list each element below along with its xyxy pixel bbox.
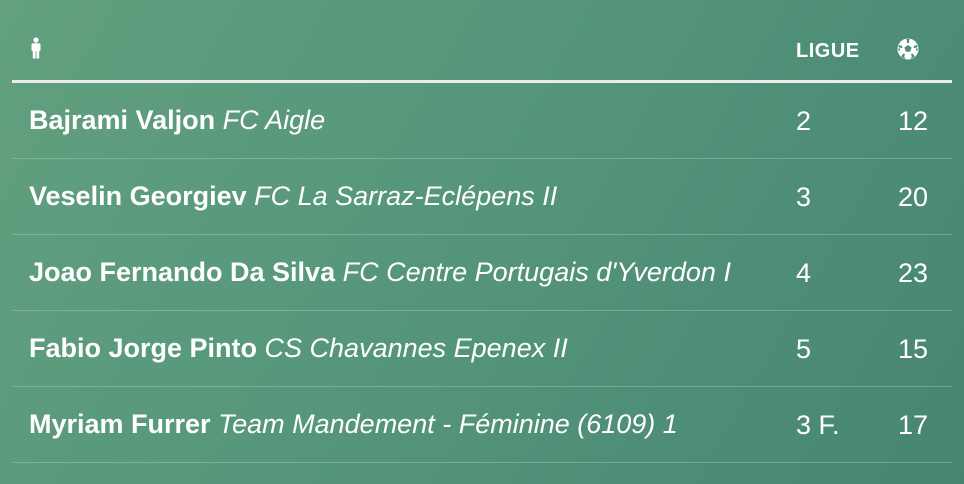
league-value: 3 — [796, 182, 812, 212]
goals-value: 17 — [898, 410, 929, 440]
table-row: Fabio Jorge Pinto CS Chavannes Epenex II… — [12, 311, 952, 387]
scorers-widget: LIGUE Bajrami Valjon FC Aigle 2 12 Vesel… — [0, 0, 964, 484]
player-cell: Joao Fernando Da Silva FC Centre Portuga… — [29, 257, 731, 288]
table-header: LIGUE — [12, 0, 952, 83]
league-value: 2 — [796, 106, 812, 136]
league-value: 3 F. — [796, 410, 840, 440]
table-row: Veselin Georgiev FC La Sarraz-Eclépens I… — [12, 159, 952, 235]
player-cell: Veselin Georgiev FC La Sarraz-Eclépens I… — [29, 181, 557, 212]
player-name: Myriam Furrer — [29, 409, 211, 439]
goals-value: 12 — [898, 106, 929, 136]
player-name: Bajrami Valjon — [29, 105, 216, 135]
goals-value: 20 — [898, 182, 929, 212]
player-cell: Myriam Furrer Team Mandement - Féminine … — [29, 409, 678, 440]
player-cell: Bajrami Valjon FC Aigle — [29, 105, 325, 136]
player-club: FC Aigle — [222, 105, 326, 135]
player-club: FC Centre Portugais d'Yverdon I — [342, 257, 731, 287]
player-name: Fabio Jorge Pinto — [29, 333, 258, 363]
top-scorers-table: LIGUE Bajrami Valjon FC Aigle 2 12 Vesel… — [12, 0, 952, 463]
table-row: Bajrami Valjon FC Aigle 2 12 — [12, 83, 952, 159]
goals-value: 23 — [898, 258, 929, 288]
player-cell: Fabio Jorge Pinto CS Chavannes Epenex II — [29, 333, 568, 364]
table-row: Myriam Furrer Team Mandement - Féminine … — [12, 387, 952, 463]
league-value: 5 — [796, 334, 812, 364]
player-club: FC La Sarraz-Eclépens II — [254, 181, 558, 211]
player-name: Joao Fernando Da Silva — [29, 257, 336, 287]
player-club: Team Mandement - Féminine (6109) 1 — [218, 409, 678, 439]
person-icon — [30, 37, 42, 64]
player-name: Veselin Georgiev — [29, 181, 247, 211]
player-club: CS Chavannes Epenex II — [264, 333, 568, 363]
table-row: Joao Fernando Da Silva FC Centre Portuga… — [12, 235, 952, 311]
goals-value: 15 — [898, 334, 929, 364]
soccer-ball-icon — [896, 37, 920, 66]
league-value: 4 — [796, 258, 812, 288]
league-column-header: LIGUE — [796, 40, 860, 62]
